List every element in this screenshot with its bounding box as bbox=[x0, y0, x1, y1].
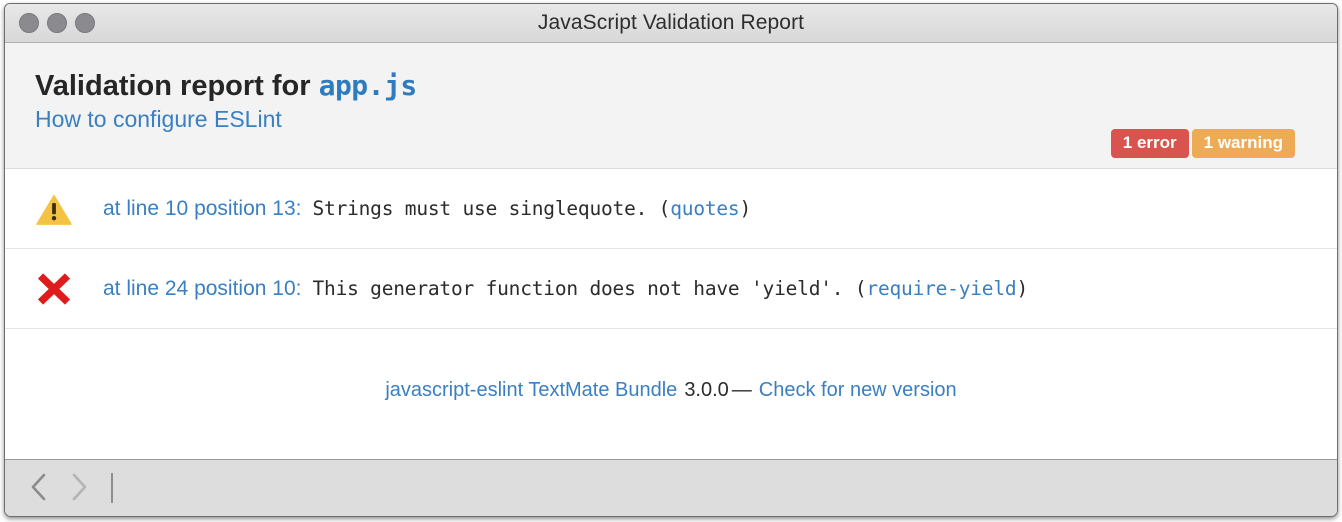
issue-message-tail: ) bbox=[739, 196, 752, 220]
error-cross-icon bbox=[35, 272, 79, 306]
issue-list: at line 10 position 13: Strings must use… bbox=[5, 169, 1337, 329]
configure-eslint-link[interactable]: How to configure ESLint bbox=[35, 106, 282, 133]
page-title-prefix: Validation report for bbox=[35, 70, 319, 102]
issue-message: Strings must use singlequote. (quotes) bbox=[312, 197, 751, 220]
window-title: JavaScript Validation Report bbox=[537, 11, 805, 34]
page-title: Validation report for app.js bbox=[35, 69, 1315, 103]
issue-message: This generator function does not have 'y… bbox=[312, 277, 1028, 300]
table-row[interactable]: at line 24 position 10: This generator f… bbox=[5, 249, 1337, 329]
window-titlebar: JavaScript Validation Report bbox=[5, 4, 1337, 43]
chevron-left-icon bbox=[28, 472, 50, 505]
issue-location-link[interactable]: at line 10 position 13: bbox=[103, 197, 301, 221]
status-badge-error: 1 error bbox=[1110, 129, 1189, 158]
status-badge-warning: 1 warning bbox=[1191, 129, 1295, 158]
issue-location-link[interactable]: at line 24 position 10: bbox=[103, 277, 301, 301]
toolbar-divider bbox=[111, 473, 113, 503]
footer-line: javascript-eslint TextMate Bundle 3.0.0— C… bbox=[385, 379, 956, 402]
forward-button[interactable] bbox=[59, 468, 99, 508]
issue-message-tail: ) bbox=[1016, 276, 1028, 300]
table-row[interactable]: at line 10 position 13: Strings must use… bbox=[5, 169, 1337, 249]
check-new-version-link[interactable]: Check for new version bbox=[759, 379, 957, 401]
report-footer: javascript-eslint TextMate Bundle 3.0.0— C… bbox=[5, 329, 1337, 459]
issue-count-badges: 1 error 1 warning bbox=[1110, 129, 1295, 158]
issue-text: at line 24 position 10: This generator f… bbox=[103, 277, 1028, 301]
footer-separator: — bbox=[731, 379, 752, 401]
bottom-toolbar bbox=[5, 459, 1337, 516]
report-header: Validation report for app.js How to conf… bbox=[5, 43, 1337, 169]
issue-rule-link[interactable]: quotes bbox=[670, 197, 739, 220]
issue-message-body: This generator function does not have 'y… bbox=[312, 276, 867, 300]
report-window: JavaScript Validation Report Validation … bbox=[4, 3, 1338, 517]
bundle-homepage-link[interactable]: javascript-eslint TextMate Bundle bbox=[385, 379, 677, 401]
bundle-version: 3.0.0 bbox=[684, 379, 729, 401]
chevron-right-icon bbox=[68, 472, 90, 505]
issue-message-body: Strings must use singlequote. ( bbox=[312, 196, 671, 220]
issue-text: at line 10 position 13: Strings must use… bbox=[103, 197, 751, 221]
back-button[interactable] bbox=[19, 468, 59, 508]
page-title-filename: app.js bbox=[318, 69, 418, 102]
warning-triangle-icon bbox=[35, 192, 79, 226]
issue-rule-link[interactable]: require-yield bbox=[866, 277, 1016, 300]
